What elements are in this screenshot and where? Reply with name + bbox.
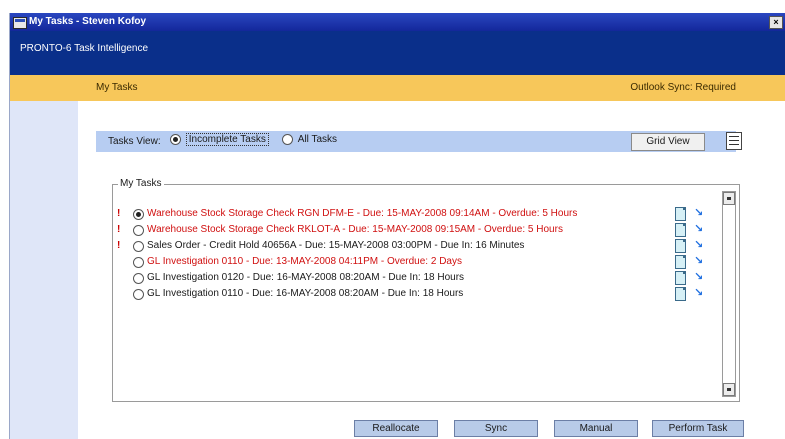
app-name: PRONTO-6 Task Intelligence (20, 43, 149, 54)
all-tasks-radio[interactable] (282, 134, 293, 145)
document-icon[interactable] (675, 223, 686, 237)
main-content: Tasks View: Incomplete Tasks All Tasks G… (78, 101, 785, 439)
tasks-view-label: Tasks View: (108, 136, 161, 147)
task-text[interactable]: GL Investigation 0110 - Due: 13-MAY-2008… (147, 256, 462, 267)
perform-task-button[interactable]: Perform Task (652, 420, 744, 437)
incomplete-tasks-radio[interactable] (170, 134, 181, 145)
task-row[interactable]: ! Warehouse Stock Storage Check RKLOT-A … (113, 222, 713, 238)
open-arrow-icon[interactable]: ↘ (694, 206, 703, 219)
task-text[interactable]: Warehouse Stock Storage Check RGN DFM-E … (147, 208, 577, 219)
task-row[interactable]: GL Investigation 0120 - Due: 16-MAY-2008… (113, 270, 713, 286)
incomplete-tasks-option[interactable]: Incomplete Tasks (170, 133, 269, 148)
reallocate-button[interactable]: Reallocate (354, 420, 438, 437)
document-icon[interactable] (675, 255, 686, 269)
priority-icon: ! (117, 240, 121, 251)
task-select-radio[interactable] (133, 241, 144, 252)
tasks-header-bar: My Tasks Outlook Sync: Required (10, 75, 785, 101)
my-tasks-legend: My Tasks (118, 178, 164, 189)
scroll-up-button[interactable] (723, 192, 735, 205)
task-text[interactable]: Sales Order - Credit Hold 40656A - Due: … (147, 240, 524, 251)
task-row[interactable]: ! Warehouse Stock Storage Check RGN DFM-… (113, 206, 713, 222)
close-icon[interactable]: × (769, 16, 783, 29)
task-select-radio[interactable] (133, 289, 144, 300)
task-row[interactable]: ! Sales Order - Credit Hold 40656A - Due… (113, 238, 713, 254)
task-row[interactable]: GL Investigation 0110 - Due: 13-MAY-2008… (113, 254, 713, 270)
my-tasks-group: My Tasks ! Warehouse Stock Storage Check… (112, 178, 740, 402)
app-window-icon (13, 17, 27, 29)
manual-button[interactable]: Manual (554, 420, 638, 437)
task-select-radio[interactable] (133, 257, 144, 268)
task-window: My Tasks - Steven Kofoy × PRONTO-6 Task … (9, 13, 785, 439)
open-arrow-icon[interactable]: ↘ (694, 254, 703, 267)
grid-view-button[interactable]: Grid View (631, 133, 705, 151)
all-tasks-label[interactable]: All Tasks (298, 134, 337, 145)
page-title: My Tasks (96, 82, 138, 93)
left-rail (10, 101, 78, 439)
window-title: My Tasks - Steven Kofoy (29, 16, 147, 27)
task-list: ! Warehouse Stock Storage Check RGN DFM-… (113, 206, 713, 302)
all-tasks-option[interactable]: All Tasks (282, 134, 337, 148)
outlook-sync-status: Outlook Sync: Required (630, 82, 736, 93)
document-icon[interactable] (675, 287, 686, 301)
document-icon[interactable] (675, 271, 686, 285)
document-icon[interactable] (675, 207, 686, 221)
open-arrow-icon[interactable]: ↘ (694, 238, 703, 251)
task-text[interactable]: GL Investigation 0120 - Due: 16-MAY-2008… (147, 272, 464, 283)
tasks-view-bar: Tasks View: Incomplete Tasks All Tasks G… (96, 131, 742, 152)
incomplete-tasks-label[interactable]: Incomplete Tasks (185, 133, 269, 146)
priority-icon: ! (117, 224, 121, 235)
app-header: PRONTO-6 Task Intelligence (10, 31, 785, 75)
task-row[interactable]: GL Investigation 0110 - Due: 16-MAY-2008… (113, 286, 713, 302)
sync-button[interactable]: Sync (454, 420, 538, 437)
open-arrow-icon[interactable]: ↘ (694, 286, 703, 299)
task-select-radio[interactable] (133, 273, 144, 284)
open-arrow-icon[interactable]: ↘ (694, 222, 703, 235)
scroll-down-button[interactable] (723, 383, 735, 396)
priority-icon: ! (117, 208, 121, 219)
task-select-radio[interactable] (133, 225, 144, 236)
task-text[interactable]: Warehouse Stock Storage Check RKLOT-A - … (147, 224, 563, 235)
document-icon[interactable] (675, 239, 686, 253)
task-select-radio[interactable] (133, 209, 144, 220)
open-arrow-icon[interactable]: ↘ (694, 270, 703, 283)
list-icon[interactable] (726, 132, 742, 150)
task-text[interactable]: GL Investigation 0110 - Due: 16-MAY-2008… (147, 288, 463, 299)
task-list-scrollbar[interactable] (722, 191, 736, 397)
window-title-bar[interactable]: My Tasks - Steven Kofoy × (10, 13, 785, 31)
